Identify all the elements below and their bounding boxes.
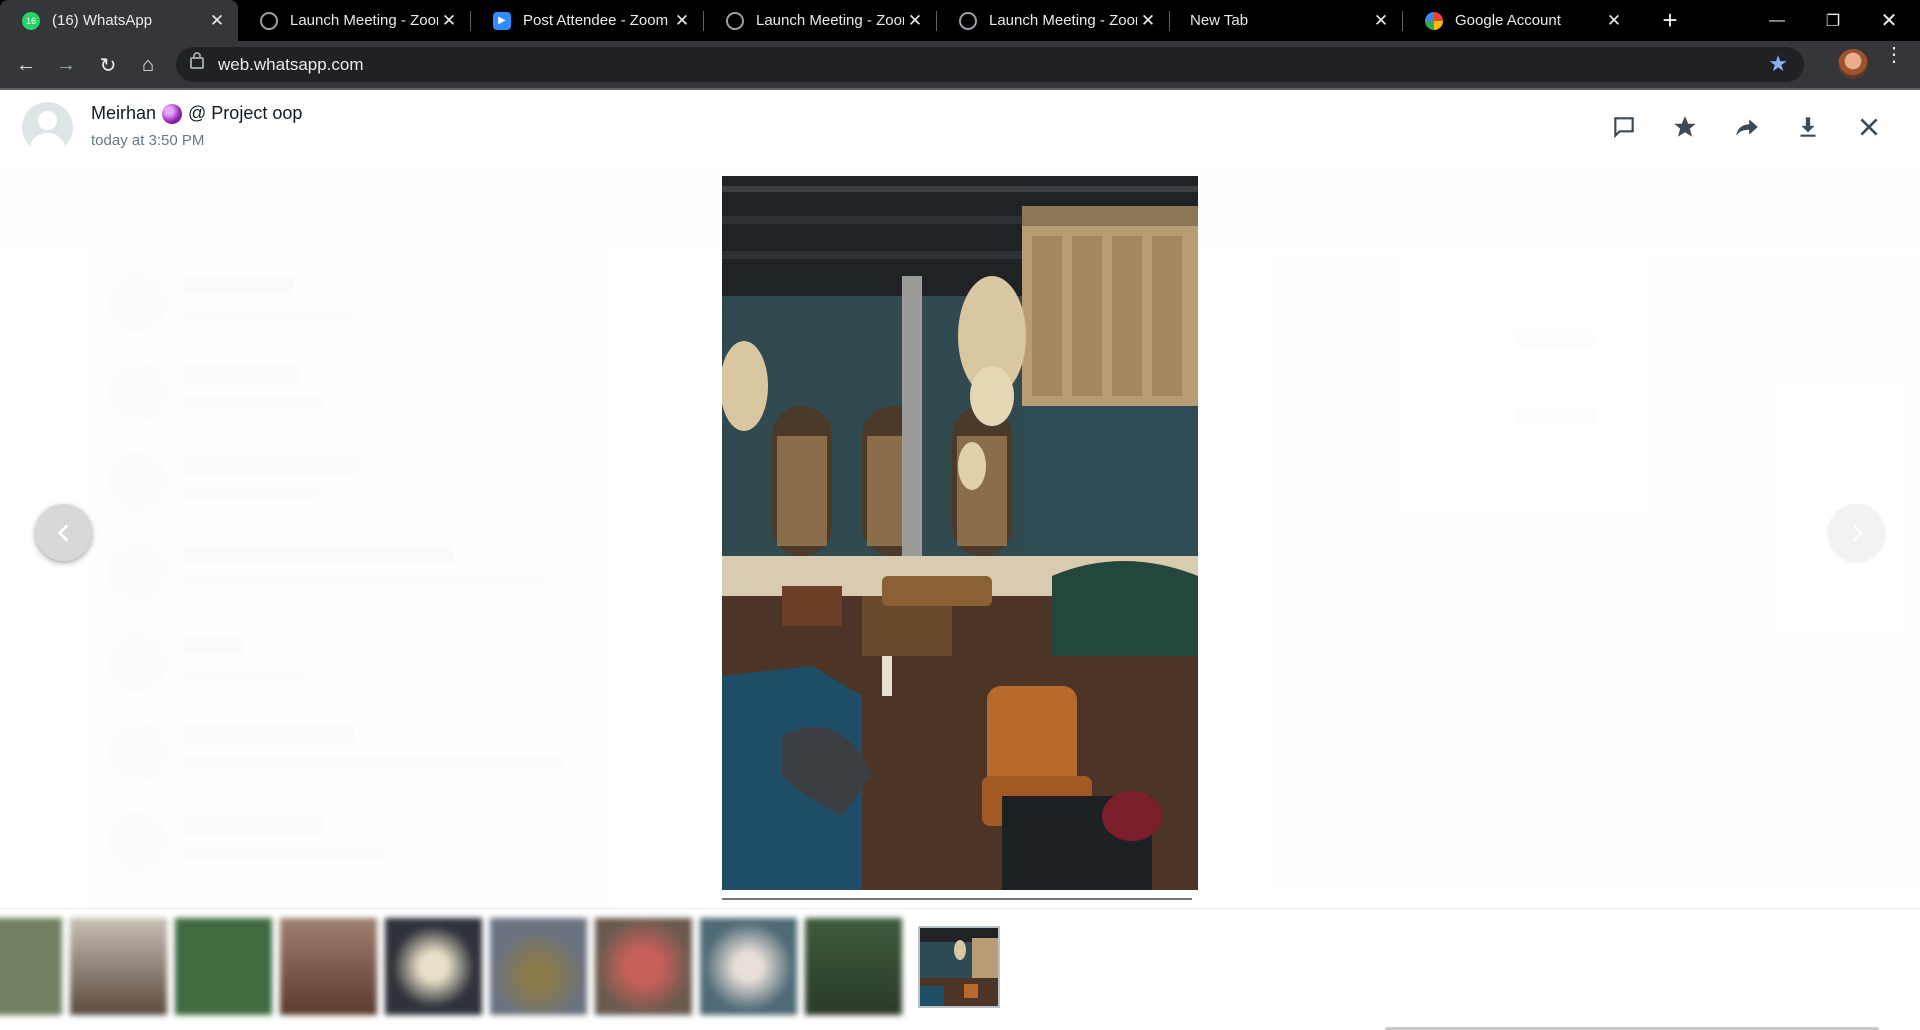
sender-title: Meirhan @ Project oop [91, 103, 302, 124]
next-media-button[interactable] [1828, 504, 1885, 561]
reply-icon[interactable] [1607, 110, 1641, 144]
media-thumbnail[interactable] [70, 918, 167, 1015]
close-tab-icon[interactable]: ✕ [1603, 11, 1625, 31]
restaurant-interior-photo [722, 176, 1198, 890]
browser-menu-icon[interactable]: ⋮ [1884, 45, 1904, 65]
profile-avatar[interactable] [1838, 49, 1868, 79]
avatar-head [38, 111, 57, 130]
media-image[interactable] [722, 176, 1198, 890]
thumbnail-strip-divider [0, 908, 1920, 909]
tab-title: Google Account [1455, 12, 1561, 29]
lock-icon [190, 52, 204, 69]
media-thumbnail[interactable] [490, 918, 587, 1015]
tab-title: Post Attendee - Zoom [523, 12, 669, 29]
browser-toolbar: ← → ↻ ⌂ web.whatsapp.com ★ ⋮ [0, 41, 1920, 88]
media-thumbnail[interactable] [805, 918, 902, 1015]
bookmark-star-icon[interactable]: ★ [1768, 51, 1788, 77]
tab-title: Launch Meeting - Zoom [290, 12, 438, 29]
tab-launch-meeting-2[interactable]: Launch Meeting - Zoom ✕ [704, 0, 936, 41]
chat-name: @ Project oop [188, 103, 303, 123]
close-tab-icon[interactable]: ✕ [1137, 11, 1159, 31]
star-icon[interactable] [1668, 110, 1702, 144]
google-icon [1425, 11, 1443, 30]
tab-title: (16) WhatsApp [52, 12, 153, 29]
address-bar[interactable]: web.whatsapp.com ★ [176, 47, 1804, 82]
crystal-ball-emoji-icon [162, 103, 183, 124]
close-tab-icon[interactable]: ✕ [671, 11, 693, 31]
tab-launch-meeting-3[interactable]: Launch Meeting - Zoom ✕ [937, 0, 1169, 41]
whatsapp-icon: 16 [22, 11, 40, 30]
media-thumbnail[interactable] [280, 918, 377, 1015]
close-tab-icon[interactable]: ✕ [904, 11, 926, 31]
globe-icon [260, 11, 278, 30]
media-viewer-header: Meirhan @ Project oop today at 3:50 PM [0, 90, 1920, 165]
media-thumbnail[interactable] [595, 918, 692, 1015]
close-icon[interactable] [1852, 110, 1886, 144]
home-icon[interactable]: ⌂ [134, 51, 162, 79]
close-tab-icon[interactable]: ✕ [206, 11, 228, 31]
forward-arrow-icon[interactable]: → [52, 51, 80, 79]
url-text: web.whatsapp.com [218, 55, 364, 74]
close-tab-icon[interactable]: ✕ [438, 11, 460, 31]
chevron-left-icon [57, 523, 68, 542]
image-baseline [722, 898, 1192, 900]
media-thumbnail[interactable] [0, 918, 62, 1015]
message-timestamp: today at 3:50 PM [91, 132, 205, 149]
media-thumbnail-selected[interactable] [918, 926, 1000, 1008]
tab-title: Launch Meeting - Zoom [756, 12, 904, 29]
tab-new-tab[interactable]: New Tab ✕ [1170, 0, 1402, 41]
media-thumbnail[interactable] [385, 918, 482, 1015]
window-close-icon[interactable]: ✕ [1866, 0, 1912, 41]
back-arrow-icon[interactable]: ← [12, 51, 40, 79]
tab-title: Launch Meeting - Zoom [989, 12, 1137, 29]
tab-google-account[interactable]: Google Account ✕ [1403, 0, 1635, 41]
globe-icon [726, 11, 744, 30]
chevron-right-icon [1852, 523, 1863, 542]
zoom-icon: ▶ [493, 11, 511, 30]
avatar-body [30, 133, 65, 153]
media-thumbnail[interactable] [700, 918, 797, 1015]
avatar[interactable] [22, 102, 73, 153]
previous-media-button[interactable] [35, 504, 92, 561]
new-tab-plus-icon[interactable]: + [1656, 6, 1684, 34]
selected-thumbnail-image [920, 928, 998, 1006]
tab-strip: 16 (16) WhatsApp ✕ Launch Meeting - Zoom… [0, 0, 1920, 41]
media-thumbnail[interactable] [175, 918, 272, 1015]
close-tab-icon[interactable]: ✕ [1370, 11, 1392, 31]
restore-icon[interactable]: ❐ [1810, 0, 1856, 41]
globe-icon [959, 11, 977, 30]
reload-icon[interactable]: ↻ [94, 51, 122, 79]
sender-name: Meirhan [91, 103, 157, 123]
tab-whatsapp[interactable]: 16 (16) WhatsApp ✕ [0, 0, 238, 41]
tab-title: New Tab [1190, 12, 1249, 29]
minimize-icon[interactable]: — [1754, 0, 1800, 41]
download-icon[interactable] [1791, 110, 1825, 144]
whatsapp-app: Meirhan @ Project oop today at 3:50 PM [0, 90, 1920, 1030]
forward-icon[interactable] [1730, 110, 1764, 144]
tab-post-attendee[interactable]: ▶ Post Attendee - Zoom ✕ [471, 0, 703, 41]
tab-launch-meeting-1[interactable]: Launch Meeting - Zoom ✕ [238, 0, 470, 41]
